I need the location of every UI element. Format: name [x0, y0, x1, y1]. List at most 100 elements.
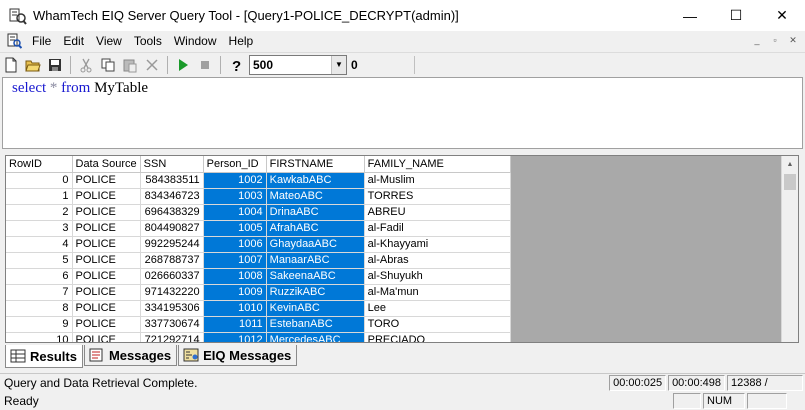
cell-rowid[interactable]: 1 — [6, 188, 73, 205]
cell-person-id[interactable]: 1006 — [203, 236, 267, 253]
table-row[interactable]: 8 POLICE 334195306 1010 KevinABC Lee — [6, 300, 511, 317]
cell-firstname[interactable]: AfrahABC — [266, 220, 365, 237]
row-limit-combobox[interactable]: 500 ▼ — [249, 54, 347, 75]
cell-data-source[interactable]: POLICE — [72, 284, 141, 301]
cell-rowid[interactable]: 5 — [6, 252, 73, 269]
paste-button[interactable] — [119, 54, 141, 76]
cell-rowid[interactable]: 4 — [6, 236, 73, 253]
menu-edit[interactable]: Edit — [57, 31, 90, 51]
cell-rowid[interactable]: 0 — [6, 172, 73, 189]
cell-ssn[interactable]: 721292714 — [140, 332, 204, 342]
save-button[interactable] — [44, 54, 66, 76]
close-button[interactable]: ✕ — [759, 0, 805, 31]
resize-grip-icon[interactable] — [789, 393, 803, 409]
cell-rowid[interactable]: 8 — [6, 300, 73, 317]
query-editor[interactable]: select * from MyTable — [2, 77, 803, 149]
table-row[interactable]: 5 POLICE 268788737 1007 ManaarABC al-Abras — [6, 252, 511, 269]
cell-ssn[interactable]: 992295244 — [140, 236, 204, 253]
cell-rowid[interactable]: 9 — [6, 316, 73, 333]
tab-results[interactable]: Results — [5, 345, 83, 368]
cell-person-id[interactable]: 1007 — [203, 252, 267, 269]
new-file-button[interactable] — [0, 54, 22, 76]
cell-firstname[interactable]: EstebanABC — [266, 316, 365, 333]
cell-firstname[interactable]: MercedesABC — [266, 332, 365, 342]
table-row[interactable]: 6 POLICE 026660337 1008 SakeenaABC al-Shuyukh — [6, 268, 511, 285]
results-grid[interactable]: RowID Data Source SSN Person_ID FIRSTNAM… — [5, 155, 799, 343]
cell-data-source[interactable]: POLICE — [72, 172, 141, 189]
mdi-restore-button[interactable]: ▫ — [767, 33, 783, 47]
cell-family-name[interactable]: al-Khayyami — [364, 236, 511, 253]
cell-family-name[interactable]: al-Fadil — [364, 220, 511, 237]
cell-firstname[interactable]: KawkabABC — [266, 172, 365, 189]
mdi-close-button[interactable]: ✕ — [785, 33, 801, 47]
cell-family-name[interactable]: TORO — [364, 316, 511, 333]
maximize-button[interactable]: ☐ — [713, 0, 759, 31]
column-header-data-source[interactable]: Data Source — [72, 156, 141, 173]
scrollbar-thumb[interactable] — [784, 174, 796, 190]
menu-view[interactable]: View — [90, 31, 128, 51]
cell-firstname[interactable]: SakeenaABC — [266, 268, 365, 285]
cell-ssn[interactable]: 268788737 — [140, 252, 204, 269]
table-row[interactable]: 9 POLICE 337730674 1011 EstebanABC TORO — [6, 316, 511, 333]
table-row[interactable]: 4 POLICE 992295244 1006 GhaydaaABC al-Khayyam… — [6, 236, 511, 253]
cell-person-id[interactable]: 1009 — [203, 284, 267, 301]
cell-data-source[interactable]: POLICE — [72, 188, 141, 205]
cell-rowid[interactable]: 6 — [6, 268, 73, 285]
cell-data-source[interactable]: POLICE — [72, 268, 141, 285]
table-row[interactable]: 10 POLICE 721292714 1012 MercedesABC PRECIADO — [6, 332, 511, 342]
app-icon[interactable] — [9, 7, 27, 25]
chevron-down-icon[interactable]: ▼ — [331, 55, 346, 74]
cell-firstname[interactable]: GhaydaaABC — [266, 236, 365, 253]
cell-firstname[interactable]: ManaarABC — [266, 252, 365, 269]
cell-rowid[interactable]: 7 — [6, 284, 73, 301]
cell-firstname[interactable]: DrinaABC — [266, 204, 365, 221]
cell-person-id[interactable]: 1010 — [203, 300, 267, 317]
cell-person-id[interactable]: 1003 — [203, 188, 267, 205]
cell-family-name[interactable]: al-Ma'mun — [364, 284, 511, 301]
cell-person-id[interactable]: 1005 — [203, 220, 267, 237]
tab-messages[interactable]: Messages — [83, 345, 178, 366]
cell-data-source[interactable]: POLICE — [72, 252, 141, 269]
run-query-button[interactable] — [172, 54, 194, 76]
cell-firstname[interactable]: RuzzikABC — [266, 284, 365, 301]
column-header-rowid[interactable]: RowID — [6, 156, 73, 173]
cell-data-source[interactable]: POLICE — [72, 316, 141, 333]
vertical-scrollbar[interactable]: ▲ — [781, 156, 798, 342]
minimize-button[interactable]: — — [667, 0, 713, 31]
stop-query-button[interactable] — [194, 54, 216, 76]
cell-ssn[interactable]: 804490827 — [140, 220, 204, 237]
menu-tools[interactable]: Tools — [128, 31, 168, 51]
cell-ssn[interactable]: 337730674 — [140, 316, 204, 333]
cell-family-name[interactable]: Lee — [364, 300, 511, 317]
table-row[interactable]: 3 POLICE 804490827 1005 AfrahABC al-Fadil — [6, 220, 511, 237]
table-row[interactable]: 2 POLICE 696438329 1004 DrinaABC ABREU — [6, 204, 511, 221]
cell-rowid[interactable]: 2 — [6, 204, 73, 221]
cell-firstname[interactable]: KevinABC — [266, 300, 365, 317]
document-system-icon[interactable] — [6, 33, 23, 49]
cell-family-name[interactable]: al-Shuyukh — [364, 268, 511, 285]
cell-ssn[interactable]: 026660337 — [140, 268, 204, 285]
cell-firstname[interactable]: MateoABC — [266, 188, 365, 205]
copy-button[interactable] — [97, 54, 119, 76]
cell-person-id[interactable]: 1012 — [203, 332, 267, 342]
cell-ssn[interactable]: 696438329 — [140, 204, 204, 221]
menu-help[interactable]: Help — [223, 31, 260, 51]
column-header-family-name[interactable]: FAMILY_NAME — [364, 156, 511, 173]
column-header-ssn[interactable]: SSN — [140, 156, 204, 173]
cell-data-source[interactable]: POLICE — [72, 332, 141, 342]
menu-window[interactable]: Window — [168, 31, 223, 51]
menu-file[interactable]: File — [26, 31, 57, 51]
tab-eiq-messages[interactable]: EIQ Messages — [178, 345, 298, 366]
cell-ssn[interactable]: 334195306 — [140, 300, 204, 317]
cell-rowid[interactable]: 3 — [6, 220, 73, 237]
column-header-firstname[interactable]: FIRSTNAME — [266, 156, 365, 173]
cell-person-id[interactable]: 1011 — [203, 316, 267, 333]
column-header-person-id[interactable]: Person_ID — [203, 156, 267, 173]
table-row[interactable]: 1 POLICE 834346723 1003 MateoABC TORRES — [6, 188, 511, 205]
cell-rowid[interactable]: 10 — [6, 332, 73, 342]
help-button[interactable]: ? — [225, 54, 247, 76]
cell-family-name[interactable]: PRECIADO — [364, 332, 511, 342]
cell-person-id[interactable]: 1002 — [203, 172, 267, 189]
table-row[interactable]: 7 POLICE 971432220 1009 RuzzikABC al-Ma'mun — [6, 284, 511, 301]
cell-ssn[interactable]: 971432220 — [140, 284, 204, 301]
